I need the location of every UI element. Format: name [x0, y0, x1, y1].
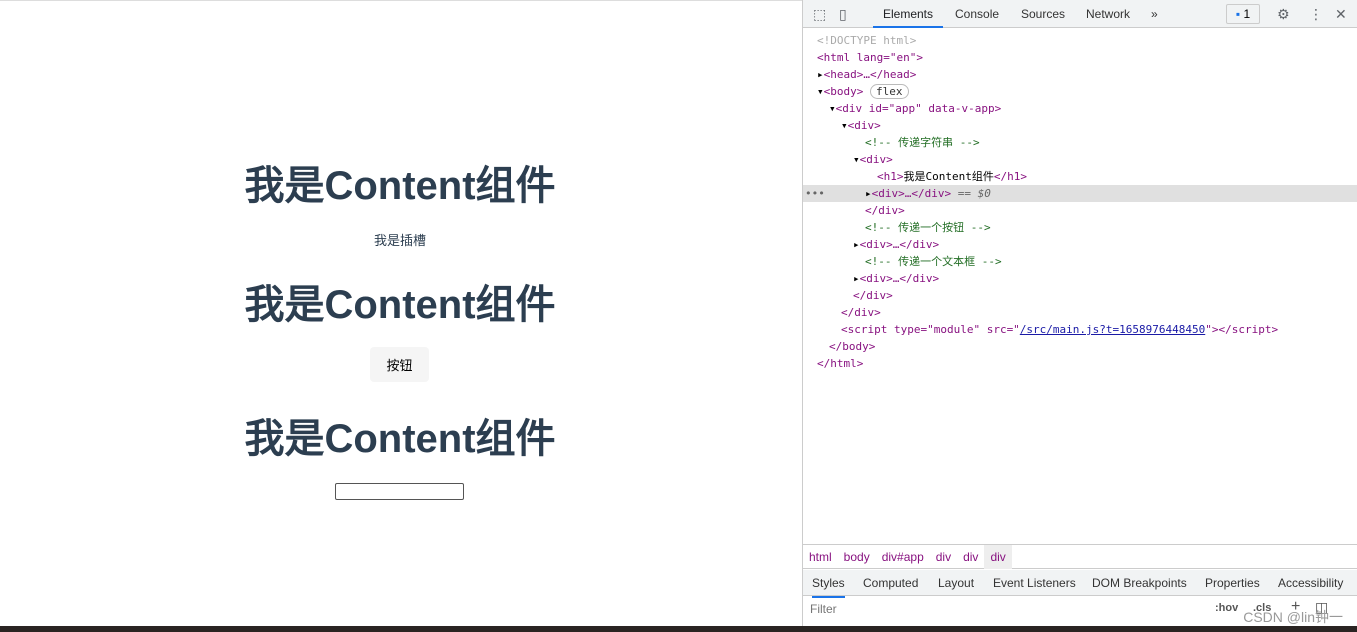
- subtab-styles[interactable]: Styles: [812, 570, 845, 598]
- content-heading-2: 我是Content组件: [244, 283, 556, 327]
- node-text: <div>…</div>: [871, 187, 952, 200]
- message-icon: ▪: [1235, 7, 1241, 21]
- dom-node[interactable]: ▾<div>: [803, 151, 1357, 168]
- issues-count: 1: [1243, 7, 1251, 21]
- tab-network[interactable]: Network: [1086, 0, 1130, 28]
- dom-node[interactable]: <h1>我是Content组件</h1>: [803, 168, 1357, 185]
- breadcrumb-html[interactable]: html: [803, 545, 838, 569]
- hov-button[interactable]: :hov: [1215, 602, 1238, 614]
- slot-button[interactable]: 按钮: [370, 347, 429, 382]
- node-text: 我是Content组件: [903, 170, 994, 183]
- node-text: <h1>: [877, 170, 904, 183]
- taskbar-strip: [0, 626, 1357, 632]
- inspect-element-icon[interactable]: ⬚: [813, 6, 826, 23]
- rendered-page: 我是Content组件 我是插槽 我是Content组件 按钮 我是Conten…: [0, 0, 802, 626]
- subtab-properties[interactable]: Properties: [1205, 570, 1260, 596]
- dom-node[interactable]: ▸<head>…</head>: [803, 66, 1357, 83]
- dom-node[interactable]: </div>: [803, 287, 1357, 304]
- breadcrumb: html body div#app div div div: [803, 544, 1357, 569]
- node-text: <div>: [847, 119, 881, 132]
- dom-node[interactable]: </body>: [803, 338, 1357, 355]
- script-src-link[interactable]: /src/main.js?t=1658976448450: [1020, 323, 1205, 336]
- issues-button[interactable]: ▪ 1: [1226, 4, 1260, 24]
- dom-node[interactable]: ▸<div>…</div>: [803, 270, 1357, 287]
- node-text: <div>…</div>: [859, 272, 940, 285]
- node-text: <head>…</head>: [823, 68, 917, 81]
- dom-node[interactable]: <html lang="en">: [803, 49, 1357, 66]
- breadcrumb-app[interactable]: div#app: [876, 545, 930, 569]
- dom-tree: <!DOCTYPE html> <html lang="en"> ▸<head>…: [803, 28, 1357, 372]
- devtools-panel: ⬚ ▯ Elements Console Sources Network » ▪…: [802, 0, 1357, 626]
- content-heading-1: 我是Content组件: [244, 164, 556, 208]
- dom-comment[interactable]: <!-- 传递一个文本框 -->: [803, 253, 1357, 270]
- slot-text: 我是插槽: [373, 233, 426, 248]
- subtab-accessibility[interactable]: Accessibility: [1278, 570, 1343, 596]
- node-text: "></script>: [1205, 323, 1279, 336]
- node-text: <div>: [859, 153, 893, 166]
- node-text: == $0: [951, 187, 991, 200]
- device-toolbar-icon[interactable]: ▯: [839, 6, 847, 23]
- watermark: CSDN @lin钟一: [1243, 609, 1343, 625]
- kebab-menu-icon[interactable]: ⋮: [1309, 6, 1323, 23]
- dom-node[interactable]: ▸<div>…</div>: [803, 236, 1357, 253]
- tab-console[interactable]: Console: [955, 0, 999, 28]
- subtab-computed[interactable]: Computed: [863, 570, 918, 596]
- dom-node-selected[interactable]: ••• ▸<div>…</div> == $0: [803, 185, 1357, 202]
- gear-icon[interactable]: ⚙: [1277, 6, 1290, 23]
- content-heading-3: 我是Content组件: [244, 417, 556, 461]
- node-text: <div id="app" data-v-app>: [835, 102, 1002, 115]
- dom-node[interactable]: ▾<div>: [803, 117, 1357, 134]
- subtab-event-listeners[interactable]: Event Listeners: [993, 570, 1076, 596]
- dom-node[interactable]: ▾<div id="app" data-v-app>: [803, 100, 1357, 117]
- close-icon[interactable]: ✕: [1335, 6, 1347, 23]
- node-text: <div>…</div>: [859, 238, 940, 251]
- subtab-layout[interactable]: Layout: [938, 570, 974, 596]
- styles-subtabs: Styles Computed Layout Event Listeners D…: [803, 570, 1357, 598]
- ellipsis-icon[interactable]: •••: [805, 185, 825, 202]
- node-text: <body>: [823, 85, 864, 98]
- tab-sources[interactable]: Sources: [1021, 0, 1065, 28]
- dom-node[interactable]: <!DOCTYPE html>: [803, 32, 1357, 49]
- flex-badge[interactable]: flex: [870, 84, 909, 99]
- dom-node[interactable]: <script type="module" src="/src/main.js?…: [803, 321, 1357, 338]
- dom-comment[interactable]: <!-- 传递一个按钮 -->: [803, 219, 1357, 236]
- slot-text-input[interactable]: [335, 483, 464, 500]
- dom-node[interactable]: </div>: [803, 202, 1357, 219]
- more-tabs-button[interactable]: »: [1151, 0, 1158, 28]
- breadcrumb-body[interactable]: body: [838, 545, 876, 569]
- node-text: </h1>: [993, 170, 1027, 183]
- dom-node[interactable]: </html>: [803, 355, 1357, 372]
- dom-node[interactable]: </div>: [803, 304, 1357, 321]
- node-text: <script type="module" src=": [841, 323, 1020, 336]
- breadcrumb-div-current[interactable]: div: [984, 545, 1012, 569]
- dom-comment[interactable]: <!-- 传递字符串 -->: [803, 134, 1357, 151]
- dom-node[interactable]: ▾<body> flex: [803, 83, 1357, 100]
- devtools-toolbar: ⬚ ▯ Elements Console Sources Network » ▪…: [803, 0, 1357, 28]
- filter-input[interactable]: [806, 599, 1176, 619]
- breadcrumb-div[interactable]: div: [930, 545, 957, 569]
- breadcrumb-div[interactable]: div: [957, 545, 984, 569]
- tab-elements[interactable]: Elements: [873, 0, 943, 28]
- subtab-dom-breakpoints[interactable]: DOM Breakpoints: [1092, 570, 1187, 596]
